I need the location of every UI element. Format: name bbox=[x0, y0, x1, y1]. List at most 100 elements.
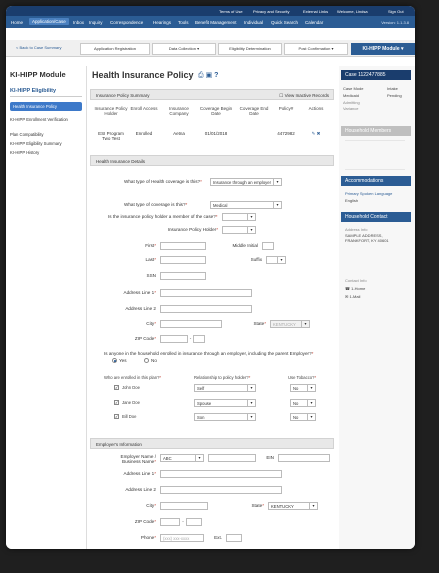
coverage-where-label: What type of Health coverage is this?* bbox=[124, 179, 202, 184]
relationship-label: Relationship to policy holder?* bbox=[194, 375, 251, 380]
nav-tools[interactable]: Tools bbox=[178, 20, 189, 25]
step-post-confirmation[interactable]: Post Confirmation ▾ bbox=[284, 43, 348, 55]
relationship-select[interactable]: Son ▾ bbox=[194, 413, 256, 421]
holder-member-select[interactable]: ▾ bbox=[222, 213, 256, 221]
admitting-label: Admitting bbox=[343, 100, 360, 105]
employer-address2-input[interactable] bbox=[160, 486, 282, 494]
help-icon[interactable]: ? bbox=[214, 72, 218, 79]
employer-state-label: State* bbox=[251, 503, 264, 508]
suffix-select[interactable]: ▾ bbox=[266, 256, 286, 264]
zip-ext-input[interactable] bbox=[193, 335, 205, 343]
employer-zip-input[interactable] bbox=[160, 518, 180, 526]
employer-city-input[interactable] bbox=[160, 502, 208, 510]
city-input[interactable] bbox=[160, 320, 222, 328]
middle-initial-input[interactable] bbox=[262, 242, 274, 250]
employer-address2-label: Address Line 2 bbox=[125, 487, 156, 492]
nav-correspondence[interactable]: Correspondence bbox=[110, 20, 143, 25]
sidebar-item-enrollment-verification[interactable]: KI-HIPP Enrollment Verification bbox=[10, 117, 82, 122]
nav-individual[interactable]: Individual bbox=[244, 20, 263, 25]
zip-input[interactable] bbox=[160, 335, 188, 343]
back-to-case-summary[interactable]: < Back to Case Summary bbox=[16, 43, 78, 53]
case-mode-value: Intake bbox=[387, 86, 398, 91]
chevron-down-icon: ▾ bbox=[401, 46, 404, 52]
nav-calendar[interactable]: Calendar bbox=[305, 20, 323, 25]
external-links[interactable]: External Links bbox=[303, 9, 328, 14]
address-line1-input[interactable] bbox=[160, 289, 252, 297]
chevron-down-icon: ▾ bbox=[307, 385, 315, 391]
cell-enroll-access: Enrolled bbox=[135, 131, 153, 136]
who-enrolled-label: Who are enrolled in this plan?* bbox=[104, 375, 162, 380]
address-line2-input[interactable] bbox=[160, 305, 252, 313]
contact-email: ✉ 1-Mail bbox=[345, 294, 361, 299]
person-checkbox[interactable]: ✓ bbox=[114, 400, 119, 405]
terms-link[interactable]: Terms of Use bbox=[219, 9, 243, 14]
holder-select[interactable]: ▾ bbox=[222, 226, 256, 234]
employer-name-select[interactable]: ABC ▾ bbox=[160, 454, 204, 462]
sidebar-item-history[interactable]: KI-HIPP History bbox=[10, 150, 82, 155]
phone-input[interactable]: (xxx) xxx-xxxx bbox=[160, 534, 204, 542]
variance-label: Variance bbox=[343, 106, 359, 111]
coverage-type-select[interactable]: Medical ▾ bbox=[210, 201, 282, 209]
ext-input[interactable] bbox=[226, 534, 242, 542]
address-info-label: Address Info bbox=[345, 227, 368, 232]
page-title: Health Insurance Policy bbox=[92, 70, 194, 80]
save-icon[interactable]: ▣ bbox=[206, 71, 213, 79]
enrolled-yes-radio[interactable] bbox=[112, 358, 117, 363]
sidebar-item-eligibility-summary[interactable]: KI-HIPP Eligibility Summary bbox=[10, 141, 82, 146]
state-select[interactable]: KENTUCKY ▾ bbox=[270, 320, 310, 328]
col-insurance-company: Insurance Company bbox=[169, 106, 189, 116]
view-inactive-toggle[interactable]: ☐ View Inactive Records bbox=[279, 90, 329, 101]
privacy-link[interactable]: Privacy and Security bbox=[253, 9, 289, 14]
employer-name-input[interactable] bbox=[208, 454, 256, 462]
tobacco-select[interactable]: No ▾ bbox=[290, 413, 316, 421]
language-value: English bbox=[345, 198, 359, 203]
suffix-label: Suffix bbox=[250, 257, 262, 262]
nav-hearings[interactable]: Hearings bbox=[153, 20, 171, 25]
nav-home[interactable]: Home bbox=[11, 20, 23, 25]
step-application-registration[interactable]: Application Registration bbox=[80, 43, 150, 55]
employer-state-select[interactable]: KENTUCKY ▾ bbox=[268, 502, 318, 510]
person-checkbox[interactable]: ✓ bbox=[114, 414, 119, 419]
enrolled-no-radio[interactable] bbox=[144, 358, 149, 363]
employer-address1-input[interactable] bbox=[160, 470, 282, 478]
nav-inquiry[interactable]: Inquiry bbox=[89, 20, 103, 25]
address-line2-label: Address Line 2 bbox=[125, 306, 156, 311]
ssn-label: SSN bbox=[146, 273, 156, 278]
relationship-select[interactable]: Spouse ▾ bbox=[194, 399, 256, 407]
sidebar-item-health-insurance-policy[interactable]: Health Insurance Policy bbox=[10, 102, 82, 111]
cell-coverage-begin: 01/01/2018 bbox=[204, 131, 228, 136]
person-checkbox[interactable]: ✓ bbox=[114, 385, 119, 390]
last-name-input[interactable] bbox=[160, 256, 206, 264]
tobacco-label: Use Tobacco?* bbox=[288, 375, 317, 380]
row-actions: ✎ ✖ bbox=[302, 131, 330, 136]
nav-benefit-management[interactable]: Benefit Management bbox=[195, 20, 237, 25]
col-actions: Actions bbox=[308, 106, 324, 111]
print-icon[interactable]: ⎙ bbox=[198, 72, 204, 80]
chevron-down-icon: ▾ bbox=[307, 400, 315, 406]
delete-icon[interactable]: ✖ bbox=[317, 131, 321, 136]
coverage-where-select[interactable]: Insurance through an employer ▾ bbox=[210, 178, 282, 186]
edit-icon[interactable]: ✎ bbox=[312, 131, 316, 136]
step-eligibility-determination[interactable]: Eligibility Determination bbox=[218, 43, 282, 55]
tobacco-select[interactable]: No ▾ bbox=[290, 384, 316, 392]
sidebar: KI-HIPP Module KI-HIPP Eligibility Healt… bbox=[6, 66, 87, 549]
ssn-input[interactable] bbox=[160, 272, 206, 280]
sidebar-item-plan-compatibility[interactable]: Plan Compatibility bbox=[10, 132, 82, 137]
sidebar-subtitle: KI-HIPP Eligibility bbox=[10, 88, 57, 94]
nav-quick-search[interactable]: Quick Search bbox=[271, 20, 298, 25]
relationship-select[interactable]: Self ▾ bbox=[194, 384, 256, 392]
nav-inbox[interactable]: Inbox bbox=[73, 20, 84, 25]
app-window: Terms of Use Privacy and Security Extern… bbox=[6, 6, 415, 549]
step-ki-hipp-module[interactable]: KI-HIPP Module ▾ bbox=[351, 43, 415, 55]
medicaid-label: Medicaid bbox=[343, 93, 360, 98]
employer-zip-ext-input[interactable] bbox=[186, 518, 202, 526]
middle-initial-label: Middle Initial bbox=[232, 243, 258, 248]
first-name-input[interactable] bbox=[160, 242, 206, 250]
tobacco-select[interactable]: No ▾ bbox=[290, 399, 316, 407]
ein-input[interactable] bbox=[278, 454, 330, 462]
nav-application-case[interactable]: Application/Case bbox=[29, 18, 69, 25]
household-members-header: Household Members bbox=[341, 126, 411, 136]
sign-out-link[interactable]: Sign Out bbox=[388, 9, 404, 14]
step-data-collection[interactable]: Data Collection ▾ bbox=[152, 43, 216, 55]
cell-policy-number: 4472982 bbox=[277, 131, 295, 136]
